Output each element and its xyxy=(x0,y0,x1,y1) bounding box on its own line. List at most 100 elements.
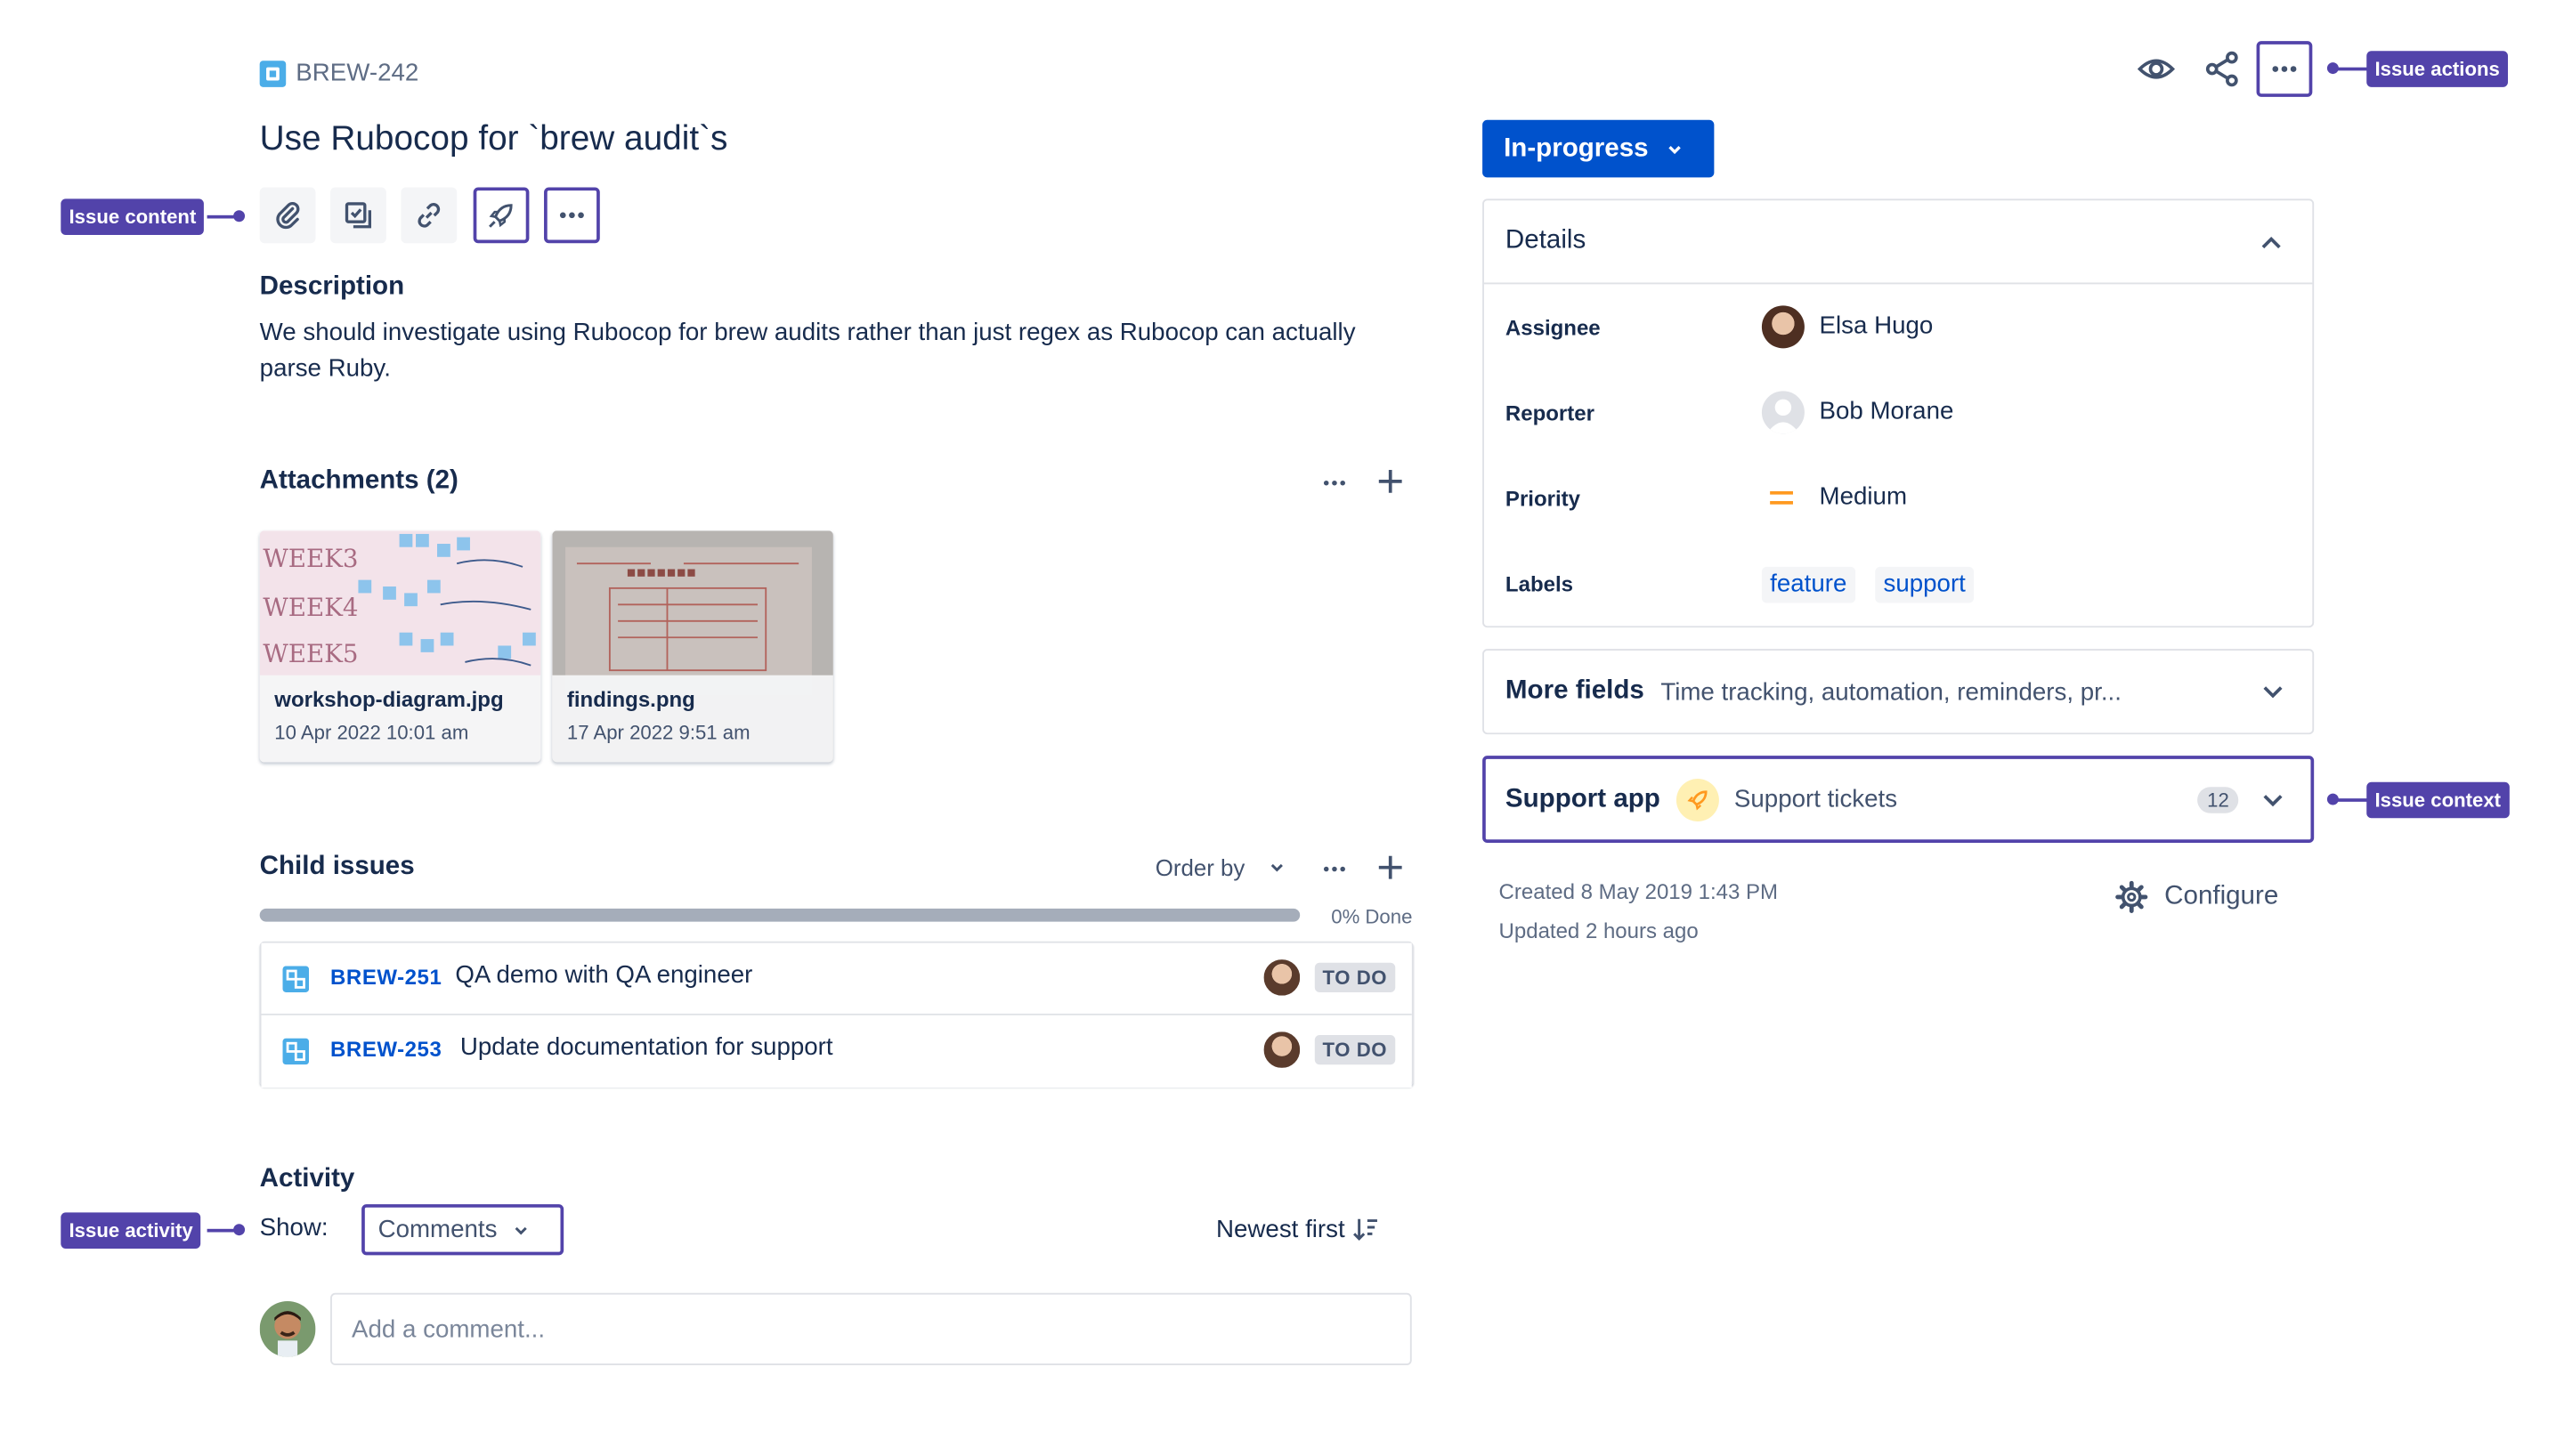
callout-dot xyxy=(2326,62,2339,75)
configure-label: Configure xyxy=(2164,882,2279,910)
attachment-meta: findings.png 17 Apr 2022 9:51 am xyxy=(552,675,833,763)
child-issue-row[interactable]: BREW-251 QA demo with QA engineer TO DO xyxy=(261,942,1412,1015)
priority-value[interactable]: Medium xyxy=(1820,483,1908,511)
status-dropdown[interactable]: In-progress xyxy=(1482,119,1715,178)
configure-button[interactable]: Configure xyxy=(2114,879,2278,916)
rocket-icon xyxy=(489,204,513,228)
status-badge[interactable]: TO DO xyxy=(1314,962,1396,992)
svg-text:WEEK3: WEEK3 xyxy=(263,544,358,573)
callout-issue-actions: Issue actions xyxy=(2366,51,2509,87)
child-issue-row[interactable]: BREW-253 Update documentation for suppor… xyxy=(261,1015,1412,1088)
more-fields-title: More fields xyxy=(1505,676,1644,705)
current-user-avatar xyxy=(259,1301,316,1357)
child-issue-key[interactable]: BREW-251 xyxy=(330,965,442,990)
attachment-filename: findings.png xyxy=(566,686,695,712)
activity-filter-value: Comments xyxy=(377,1216,498,1244)
gear-icon xyxy=(2115,880,2148,914)
app-button[interactable] xyxy=(473,187,530,244)
more-icon xyxy=(1323,866,1345,872)
more-icon xyxy=(559,212,584,219)
callout-dot xyxy=(2326,793,2339,805)
share-icon xyxy=(2205,51,2238,87)
child-issues-progress-bar xyxy=(259,908,1301,922)
callout-issue-content: Issue content xyxy=(61,198,205,235)
attachment-date: 10 Apr 2022 10:01 am xyxy=(274,721,469,745)
more-fields-panel[interactable]: More fields Time tracking, automation, r… xyxy=(1482,649,2315,735)
collapse-details-button[interactable] xyxy=(2255,227,2288,260)
sort-descending-icon xyxy=(1353,1218,1378,1241)
child-issues-more-button[interactable] xyxy=(1318,853,1351,886)
assignee-label: Assignee xyxy=(1505,315,1601,341)
more-fields-summary: Time tracking, automation, reminders, pr… xyxy=(1660,677,2122,706)
attach-button[interactable] xyxy=(259,187,316,244)
attachment-meta: workshop-diagram.jpg 10 Apr 2022 10:01 a… xyxy=(259,675,541,763)
add-child-issue-button[interactable] xyxy=(1374,851,1407,884)
ticket-count-badge: 12 xyxy=(2197,787,2239,813)
rocket-icon xyxy=(1676,778,1720,821)
chevron-down-icon xyxy=(1668,145,1681,154)
activity-filter-dropdown[interactable]: Comments xyxy=(361,1204,564,1256)
comment-input[interactable]: Add a comment... xyxy=(330,1292,1412,1366)
label-tag[interactable]: support xyxy=(1875,566,1975,603)
child-issues-title: Child issues xyxy=(259,853,415,881)
child-issue-summary[interactable]: Update documentation for support xyxy=(460,1033,833,1061)
attachment-filename: workshop-diagram.jpg xyxy=(274,686,504,712)
sort-order-button[interactable]: Newest first xyxy=(1216,1214,1381,1243)
attachment-card[interactable]: ▪▪▪▪▪▪▪ findings.png 17 Apr 2022 9:51 am xyxy=(552,530,833,763)
more-content-button[interactable] xyxy=(544,187,600,244)
chevron-down-icon xyxy=(2263,686,2283,699)
user-photo xyxy=(259,1301,316,1357)
status-badge[interactable]: TO DO xyxy=(1314,1034,1396,1065)
chevron-up-icon xyxy=(2261,236,2281,249)
avatar[interactable] xyxy=(1260,956,1303,999)
svg-text:WEEK4: WEEK4 xyxy=(263,593,358,622)
details-title[interactable]: Details xyxy=(1505,227,1586,256)
progress-label: 0% Done xyxy=(1331,905,1413,928)
link-issue-button[interactable] xyxy=(401,187,458,244)
issue-key[interactable]: BREW-242 xyxy=(296,59,418,86)
svg-text:WEEK5: WEEK5 xyxy=(263,639,358,668)
attachments-title: Attachments (2) xyxy=(259,466,458,495)
assignee-avatar xyxy=(1761,305,1805,349)
subtask-type-icon xyxy=(282,966,310,992)
sort-order-label: Newest first xyxy=(1216,1215,1345,1243)
description-heading: Description xyxy=(259,272,405,301)
assignee-value[interactable]: Elsa Hugo xyxy=(1820,312,1934,340)
add-child-issue-button[interactable] xyxy=(330,187,386,244)
plus-icon xyxy=(1378,469,1402,493)
attachments-more-button[interactable] xyxy=(1318,466,1351,499)
labels-label: Labels xyxy=(1505,571,1573,597)
breadcrumb[interactable]: BREW-242 xyxy=(259,59,418,87)
issue-actions-button[interactable] xyxy=(2256,41,2313,97)
priority-label: Priority xyxy=(1505,486,1580,512)
support-tickets-link: Support tickets xyxy=(1733,785,1898,813)
support-app-panel[interactable]: Support app Support tickets 12 xyxy=(1482,756,2315,843)
priority-medium-icon xyxy=(1770,489,1793,506)
chevron-down-icon xyxy=(514,1225,526,1234)
updated-timestamp: Updated 2 hours ago xyxy=(1498,918,1699,943)
avatar[interactable] xyxy=(1260,1028,1303,1072)
reporter-value[interactable]: Bob Morane xyxy=(1820,398,1954,425)
reporter-label: Reporter xyxy=(1505,400,1594,426)
order-by-dropdown[interactable]: Order by xyxy=(1156,854,1288,880)
attachment-card[interactable]: WEEK3 WEEK4 WEEK5 workshop-diagram.jpg 1… xyxy=(259,530,541,763)
add-attachment-button[interactable] xyxy=(1374,465,1407,497)
paperclip-icon xyxy=(276,201,300,230)
child-issue-summary[interactable]: QA demo with QA engineer xyxy=(455,961,752,989)
share-button[interactable] xyxy=(2203,49,2242,88)
issue-title[interactable]: Use Rubocop for `brew audit`s xyxy=(260,120,728,159)
callout-dot xyxy=(233,1224,246,1236)
callout-issue-activity: Issue activity xyxy=(61,1212,201,1249)
watch-button[interactable] xyxy=(2137,49,2176,88)
child-issue-key[interactable]: BREW-253 xyxy=(330,1037,442,1062)
link-icon xyxy=(418,202,441,228)
callout-issue-context: Issue context xyxy=(2366,781,2510,819)
attachment-date: 17 Apr 2022 9:51 am xyxy=(566,721,751,745)
created-timestamp: Created 8 May 2019 1:43 PM xyxy=(1498,878,1779,904)
chevron-down-icon xyxy=(1271,863,1284,872)
divider xyxy=(1483,282,2313,285)
plus-icon xyxy=(1378,855,1402,879)
subtask-type-icon xyxy=(282,1038,310,1065)
description-text[interactable]: We should investigate using Rubocop for … xyxy=(260,315,1377,387)
label-tag[interactable]: feature xyxy=(1761,566,1855,603)
